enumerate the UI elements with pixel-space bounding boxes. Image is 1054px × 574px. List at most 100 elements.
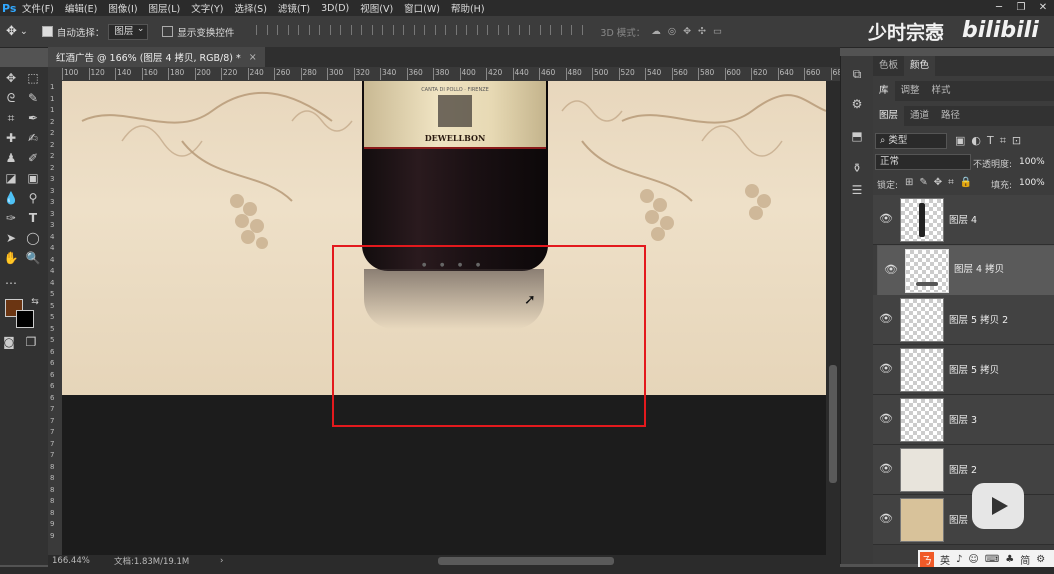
crop-tool-icon[interactable]: ⌗	[2, 109, 20, 127]
ime-logo-icon[interactable]: ㄋ	[920, 551, 934, 567]
ime-settings-icon[interactable]: ⚙	[1036, 554, 1045, 565]
status-menu-arrow[interactable]: ›	[220, 556, 223, 566]
ime-emoji-icon[interactable]: ☺	[968, 554, 978, 565]
ime-keyboard-icon[interactable]: ⌨	[985, 554, 999, 565]
brush-tool-icon[interactable]: ✍	[24, 129, 42, 147]
hand-tool-icon[interactable]: ✋	[2, 249, 20, 267]
pen-tool-icon[interactable]: ✑	[2, 209, 20, 227]
layer-row[interactable]: 👁 图层 4	[873, 195, 1054, 245]
menu-type[interactable]: 文字(Y)	[191, 1, 223, 15]
menu-help[interactable]: 帮助(H)	[451, 1, 485, 15]
vertical-scrollbar[interactable]	[826, 81, 840, 555]
layer-name[interactable]: 图层 2	[949, 462, 977, 476]
ellipse-tool-icon[interactable]: ◯	[24, 229, 42, 247]
menu-window[interactable]: 窗口(W)	[404, 1, 440, 15]
layer-row[interactable]: 👁 图层 2	[873, 445, 1054, 495]
tools-settings-icon[interactable]: ☰	[849, 182, 865, 198]
history-brush-tool-icon[interactable]: ✐	[24, 149, 42, 167]
blend-mode-dropdown[interactable]: 正常	[875, 154, 971, 170]
ime-skin-icon[interactable]: ♣	[1005, 554, 1014, 565]
tab-libraries[interactable]: 库	[873, 81, 895, 101]
show-transform-checkbox[interactable]	[162, 26, 174, 37]
stamp-tool-icon[interactable]: ♟	[2, 149, 20, 167]
quick-select-tool-icon[interactable]: ✎	[24, 89, 42, 107]
move-tool-icon[interactable]: ✥	[6, 24, 17, 39]
vertical-scroll-thumb[interactable]	[829, 365, 837, 483]
auto-select-dropdown[interactable]: 图层	[108, 22, 149, 40]
tab-swatches[interactable]: 色板	[873, 56, 904, 76]
visibility-eye-icon[interactable]: 👁	[879, 413, 893, 425]
tab-layers[interactable]: 图层	[873, 106, 905, 126]
visibility-eye-icon[interactable]: 👁	[879, 463, 893, 475]
type-tool-icon[interactable]: T	[24, 209, 42, 227]
tab-channels[interactable]: 通道	[904, 106, 935, 126]
tab-styles[interactable]: 样式	[926, 81, 957, 101]
layer-name[interactable]: 图层 5 拷贝	[949, 362, 999, 376]
path-select-tool-icon[interactable]: ➤	[2, 229, 20, 247]
menu-filter[interactable]: 滤镜(T)	[278, 1, 310, 15]
3d-mode-icons[interactable]: ☁◎✥✣▭	[651, 26, 729, 37]
menu-edit[interactable]: 编辑(E)	[65, 1, 97, 15]
vertical-ruler[interactable]: 1 1 1 2 2 2 2 2 3 3 3 3 3 4 4 4 4 4 5 5 5 5 5 6 6 6 6 6 7 7 7 7 7 8 8 8 8 8 9 9	[48, 81, 63, 555]
swap-colors-icon[interactable]: ⇆	[26, 293, 44, 311]
quick-mask-icon[interactable]: ◙	[0, 333, 18, 351]
blur-tool-icon[interactable]: 💧	[2, 189, 20, 207]
history-icon[interactable]: ⧉	[849, 66, 865, 82]
tab-paths[interactable]: 路径	[935, 106, 966, 126]
visibility-eye-icon[interactable]: 👁	[879, 363, 893, 375]
ime-punct-icon[interactable]: ♪	[956, 554, 962, 565]
tool-preset-chevron-icon[interactable]: ⌄	[20, 26, 28, 37]
horizontal-ruler[interactable]: 100 120 140 160 180 200 220 240 260 280 300 320 340 3…	[62, 67, 840, 82]
menu-image[interactable]: 图像(I)	[108, 1, 137, 15]
screen-mode-icon[interactable]: ❐	[22, 333, 40, 351]
layer-name[interactable]: 图层 3	[949, 412, 977, 426]
lock-icons[interactable]: ⊞✎✥⌗🔒	[905, 177, 978, 188]
document-tab[interactable]: 红酒广告 @ 166% (图层 4 拷贝, RGB/8) * ×	[48, 47, 265, 67]
tab-adjustments[interactable]: 调整	[895, 81, 926, 101]
tab-close-icon[interactable]: ×	[249, 52, 257, 63]
document-canvas[interactable]: ● ● ● ● CANTA DI POLLO · FIRENZE DEWELLB…	[62, 81, 826, 555]
layer-row[interactable]: 👁 图层 3	[873, 395, 1054, 445]
ime-simplified[interactable]: 简	[1020, 552, 1030, 567]
properties-icon[interactable]: ⚙	[849, 96, 865, 112]
menu-select[interactable]: 选择(S)	[234, 1, 266, 15]
eyedropper-tool-icon[interactable]: ✒	[24, 109, 42, 127]
eraser-tool-icon[interactable]: ◪	[2, 169, 20, 187]
more-tools-icon[interactable]: …	[2, 271, 20, 289]
visibility-eye-icon[interactable]: 👁	[879, 313, 893, 325]
visibility-eye-icon[interactable]: 👁	[879, 213, 893, 225]
fill-value[interactable]: 100%	[1019, 178, 1045, 188]
menu-layer[interactable]: 图层(L)	[149, 1, 181, 15]
brush-settings-icon[interactable]: ⚱	[849, 160, 865, 176]
horizontal-scroll-thumb[interactable]	[438, 557, 614, 565]
close-icon[interactable]: ✕	[1032, 0, 1054, 16]
visibility-eye-icon[interactable]: 👁	[884, 264, 898, 276]
menu-3d[interactable]: 3D(D)	[321, 3, 349, 14]
layer-row[interactable]: 👁 图层	[873, 495, 1054, 545]
zoom-level[interactable]: 166.44%	[52, 556, 114, 566]
layer-row[interactable]: 👁 图层 5 拷贝	[873, 345, 1054, 395]
menu-view[interactable]: 视图(V)	[360, 1, 393, 15]
menu-file[interactable]: 文件(F)	[22, 1, 54, 15]
healing-tool-icon[interactable]: ✚	[2, 129, 20, 147]
auto-select-checkbox[interactable]	[41, 26, 53, 37]
layer-filter-icons[interactable]: ▣◐T⌗⊡	[955, 134, 1027, 148]
layer-row[interactable]: 👁 图层 5 拷贝 2	[873, 295, 1054, 345]
tab-color[interactable]: 颜色	[904, 56, 936, 76]
background-color-swatch[interactable]	[16, 310, 34, 328]
layer-filter-dropdown[interactable]: ⌕ 类型	[875, 133, 947, 149]
layer-name[interactable]: 图层 5 拷贝 2	[949, 312, 1008, 326]
lasso-tool-icon[interactable]: ᘓ	[2, 89, 20, 107]
adjustments-icon[interactable]: ⬒	[849, 128, 865, 144]
layer-name[interactable]: 图层 4	[949, 212, 977, 226]
align-icons[interactable]	[256, 25, 592, 38]
move-tool-icon[interactable]: ✥	[2, 69, 20, 87]
minimize-icon[interactable]: ─	[988, 0, 1010, 16]
layer-name[interactable]: 图层	[949, 512, 968, 526]
visibility-eye-icon[interactable]: 👁	[879, 513, 893, 525]
ime-lang[interactable]: 英	[940, 552, 950, 567]
layer-name[interactable]: 图层 4 拷贝	[954, 263, 1004, 277]
dodge-tool-icon[interactable]: ⚲	[24, 189, 42, 207]
gradient-tool-icon[interactable]: ▣	[24, 169, 42, 187]
zoom-tool-icon[interactable]: 🔍	[24, 249, 42, 267]
